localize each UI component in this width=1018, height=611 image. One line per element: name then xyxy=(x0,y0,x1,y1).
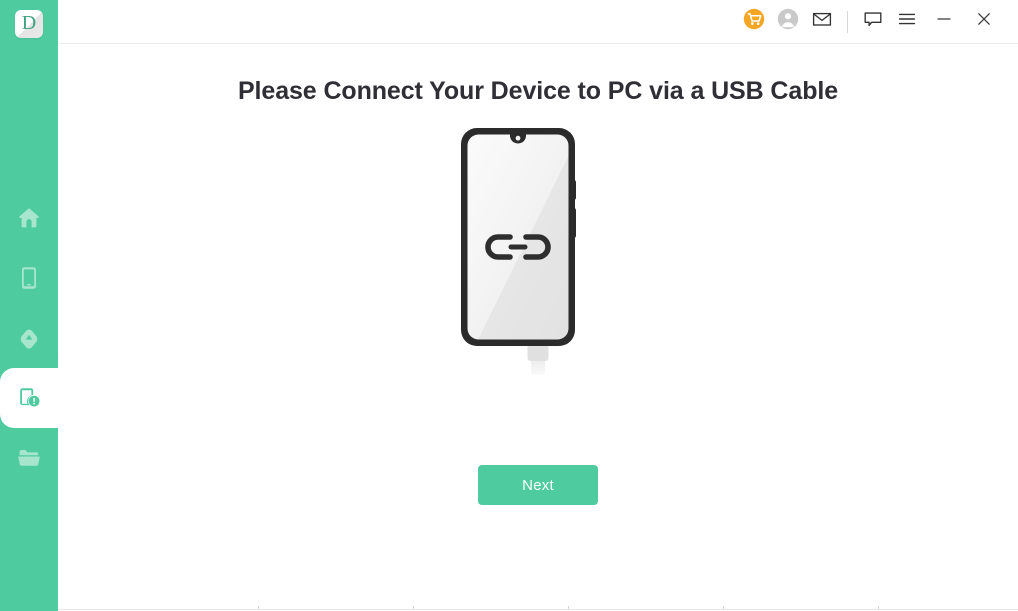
menu-button[interactable] xyxy=(890,7,924,37)
hamburger-menu-icon xyxy=(896,8,918,35)
user-avatar-icon xyxy=(777,8,799,35)
speech-bubble-icon xyxy=(862,8,884,35)
app-window: D Please Connect Your Device to PC via a… xyxy=(0,0,1018,611)
bottom-divider xyxy=(58,609,1018,610)
sidebar-item-device[interactable] xyxy=(0,248,58,308)
feedback-button[interactable] xyxy=(856,7,890,37)
folder-icon xyxy=(16,445,42,471)
app-logo-letter: D xyxy=(21,12,37,34)
bottom-tick xyxy=(723,606,724,609)
phone-usb-illustration xyxy=(458,125,618,390)
account-button[interactable] xyxy=(771,7,805,37)
minimize-icon xyxy=(934,9,954,34)
next-button[interactable]: Next xyxy=(478,465,598,505)
sidebar-item-files[interactable] xyxy=(0,428,58,488)
bottom-tick xyxy=(568,606,569,609)
phone-alert-icon xyxy=(15,384,43,412)
bottom-tick xyxy=(413,606,414,609)
close-button[interactable] xyxy=(964,7,1004,37)
app-logo: D xyxy=(15,10,43,38)
titlebar xyxy=(58,0,1018,44)
sidebar-item-home[interactable] xyxy=(0,188,58,248)
content-panel: Please Connect Your Device to PC via a U… xyxy=(58,44,1018,610)
titlebar-divider xyxy=(847,10,848,33)
phone-icon xyxy=(16,265,42,291)
minimize-button[interactable] xyxy=(924,7,964,37)
main-area: Please Connect Your Device to PC via a U… xyxy=(58,0,1018,611)
page-title: Please Connect Your Device to PC via a U… xyxy=(237,77,839,105)
sidebar: D xyxy=(0,0,58,611)
close-icon xyxy=(974,9,994,34)
sidebar-nav xyxy=(0,188,58,488)
sidebar-item-repair[interactable] xyxy=(0,354,58,442)
envelope-icon xyxy=(811,8,833,35)
home-icon xyxy=(16,205,42,231)
cloud-shield-icon xyxy=(16,325,42,351)
bottom-tick xyxy=(258,606,259,609)
shopping-cart-icon xyxy=(743,8,765,35)
cart-button[interactable] xyxy=(737,7,771,37)
mail-button[interactable] xyxy=(805,7,839,37)
bottom-tick xyxy=(878,606,879,609)
